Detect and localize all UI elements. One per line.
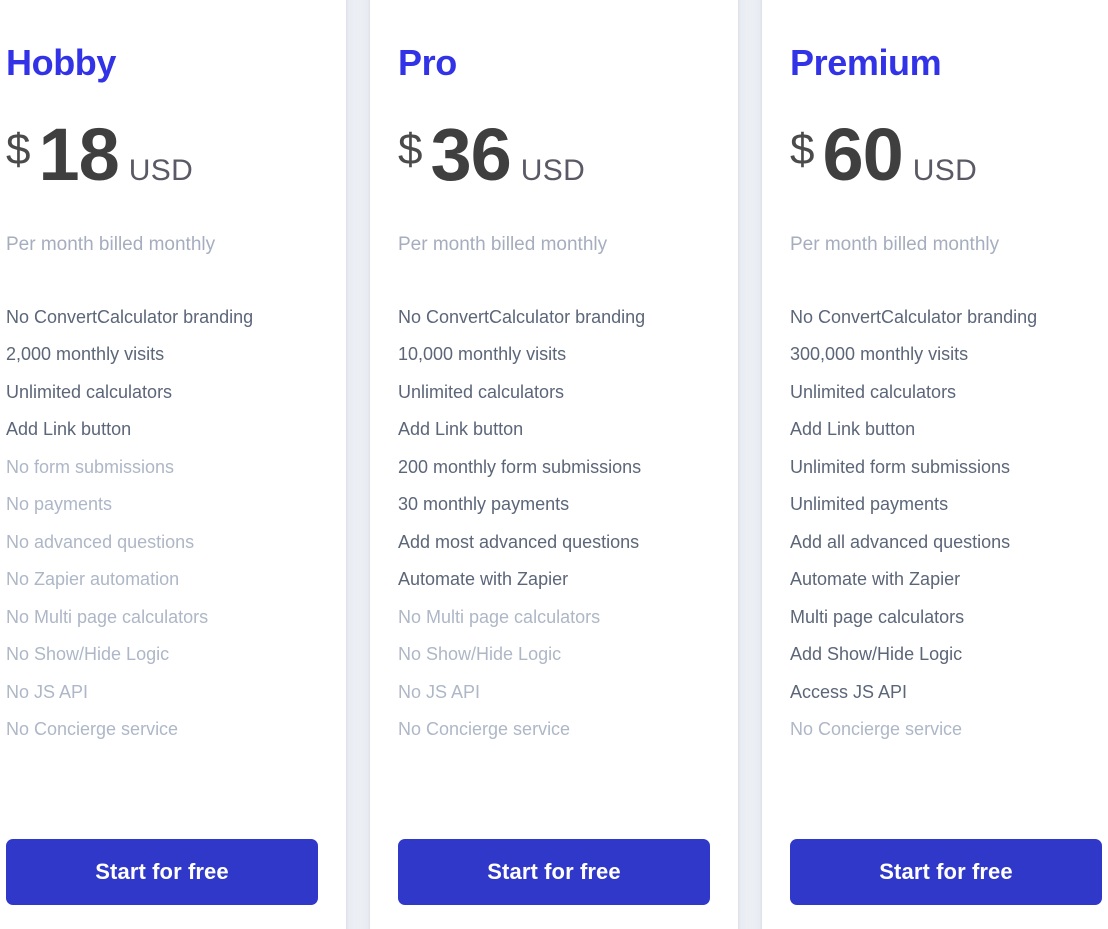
feature-item: Multi page calculators — [790, 606, 965, 627]
feature-item: No form submissions — [6, 456, 175, 477]
billing-note: Per month billed monthly — [398, 233, 608, 255]
cta-container: Start for free — [790, 839, 1102, 929]
feature-item: No ConvertCalculator branding — [6, 306, 254, 327]
plan-name: Pro — [398, 42, 457, 83]
feature-item: 300,000 monthly visits — [790, 344, 969, 365]
feature-item: Unlimited calculators — [6, 381, 173, 402]
price-amount: 60 — [822, 112, 903, 196]
plan-card-hobby: Hobby $ 18 USD Per month billed monthly … — [0, 0, 346, 929]
feature-item: Add Link button — [6, 419, 132, 440]
feature-item: Add Link button — [790, 419, 916, 440]
currency-symbol: $ — [6, 124, 31, 174]
feature-item: 10,000 monthly visits — [398, 344, 567, 365]
price-amount: 18 — [38, 112, 119, 196]
feature-list: No ConvertCalculator branding 2,000 mont… — [6, 299, 318, 749]
cta-container: Start for free — [6, 839, 318, 929]
feature-item: No JS API — [6, 681, 89, 702]
plan-card-body: Premium $ 60 USD Per month billed monthl… — [790, 0, 1102, 929]
currency-code: USD — [128, 153, 194, 187]
plan-name: Hobby — [6, 42, 116, 83]
feature-item: Add all advanced questions — [790, 531, 1011, 552]
plan-card-body: Hobby $ 18 USD Per month billed monthly … — [6, 0, 318, 929]
plan-name: Premium — [790, 42, 942, 83]
plan-card-body: Pro $ 36 USD Per month billed monthly No… — [398, 0, 710, 929]
feature-item: No Zapier automation — [6, 569, 180, 590]
feature-item: 30 monthly payments — [398, 494, 570, 515]
feature-item: No JS API — [398, 681, 481, 702]
feature-item: No Show/Hide Logic — [398, 644, 562, 665]
currency-code: USD — [520, 153, 586, 187]
feature-item: Add most advanced questions — [398, 531, 640, 552]
feature-item: Unlimited calculators — [398, 381, 565, 402]
plan-price: $ 60 USD — [790, 112, 1102, 196]
feature-item: No payments — [6, 494, 113, 515]
pricing-plans-grid: Hobby $ 18 USD Per month billed monthly … — [0, 0, 1108, 929]
feature-item: 200 monthly form submissions — [398, 456, 642, 477]
feature-item: No Concierge service — [790, 719, 963, 740]
plan-card-pro: Pro $ 36 USD Per month billed monthly No… — [370, 0, 738, 929]
feature-item: No Show/Hide Logic — [6, 644, 170, 665]
billing-note: Per month billed monthly — [790, 233, 1000, 255]
start-for-free-button[interactable]: Start for free — [398, 839, 710, 905]
currency-symbol: $ — [790, 124, 815, 174]
feature-item: 2,000 monthly visits — [6, 344, 165, 365]
start-for-free-button[interactable]: Start for free — [790, 839, 1102, 905]
billing-note: Per month billed monthly — [6, 233, 216, 255]
feature-item: No ConvertCalculator branding — [398, 306, 646, 327]
feature-item: Unlimited calculators — [790, 381, 957, 402]
plan-price: $ 36 USD — [398, 112, 710, 196]
feature-item: No Multi page calculators — [398, 606, 601, 627]
feature-item: No Concierge service — [398, 719, 571, 740]
feature-item: Access JS API — [790, 681, 908, 702]
feature-item: Unlimited form submissions — [790, 456, 1011, 477]
feature-item: No Concierge service — [6, 719, 179, 740]
feature-item: Add Show/Hide Logic — [790, 644, 963, 665]
feature-item: No ConvertCalculator branding — [790, 306, 1038, 327]
currency-symbol: $ — [398, 124, 423, 174]
cta-container: Start for free — [398, 839, 710, 929]
feature-list: No ConvertCalculator branding 10,000 mon… — [398, 299, 710, 749]
feature-item: Unlimited payments — [790, 494, 949, 515]
plan-price: $ 18 USD — [6, 112, 318, 196]
feature-item: No Multi page calculators — [6, 606, 209, 627]
feature-item: Add Link button — [398, 419, 524, 440]
price-amount: 36 — [430, 112, 511, 196]
feature-item: No advanced questions — [6, 531, 195, 552]
plan-card-premium: Premium $ 60 USD Per month billed monthl… — [762, 0, 1108, 929]
start-for-free-button[interactable]: Start for free — [6, 839, 318, 905]
feature-item: Automate with Zapier — [790, 569, 961, 590]
feature-item: Automate with Zapier — [398, 569, 569, 590]
feature-list: No ConvertCalculator branding 300,000 mo… — [790, 299, 1102, 749]
currency-code: USD — [912, 153, 978, 187]
